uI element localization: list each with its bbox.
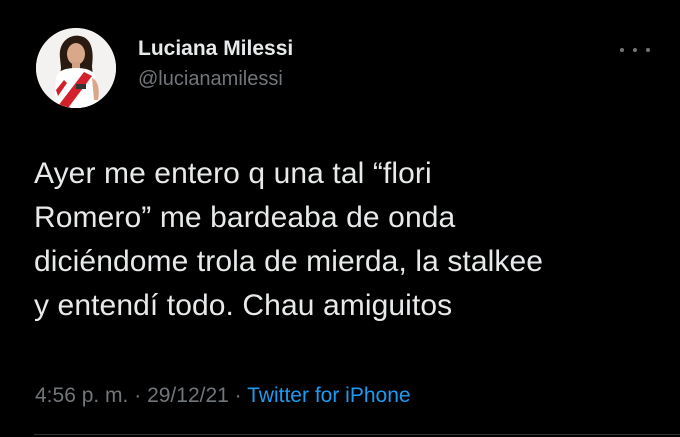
tweet-meta: 4:56 p. m. · 29/12/21 · Twitter for iPho… [35, 382, 411, 410]
tweet-header: Luciana Milessi @lucianamilessi [36, 28, 656, 108]
tweet-text: Ayer me entero q una tal “flori Romero” … [34, 152, 654, 328]
more-dots-icon[interactable] [620, 40, 650, 60]
tweet-text-line: Romero” me bardeaba de onda [34, 201, 456, 234]
more-dot [646, 48, 650, 52]
tweet-text-line: y entendí todo. Chau amiguitos [34, 289, 453, 322]
more-dot [620, 48, 624, 52]
tweet-source-link[interactable]: Twitter for iPhone [247, 384, 410, 407]
author-names: Luciana Milessi @lucianamilessi [138, 36, 293, 92]
meta-separator: · [234, 384, 242, 407]
author-handle[interactable]: @lucianamilessi [138, 66, 293, 92]
tweet-text-line: Ayer me entero q una tal “flori [34, 157, 432, 190]
author-display-name[interactable]: Luciana Milessi [138, 36, 293, 62]
meta-separator: · [134, 384, 142, 407]
tweet-text-line: diciéndome trola de mierda, la stalkee [34, 245, 544, 278]
divider [34, 434, 680, 435]
more-dot [633, 48, 637, 52]
avatar-image [36, 28, 116, 108]
avatar[interactable] [36, 28, 116, 108]
tweet-time[interactable]: 4:56 p. m. [35, 384, 128, 407]
tweet-date[interactable]: 29/12/21 [147, 384, 229, 407]
tweet: Luciana Milessi @lucianamilessi Ayer me … [0, 0, 680, 437]
